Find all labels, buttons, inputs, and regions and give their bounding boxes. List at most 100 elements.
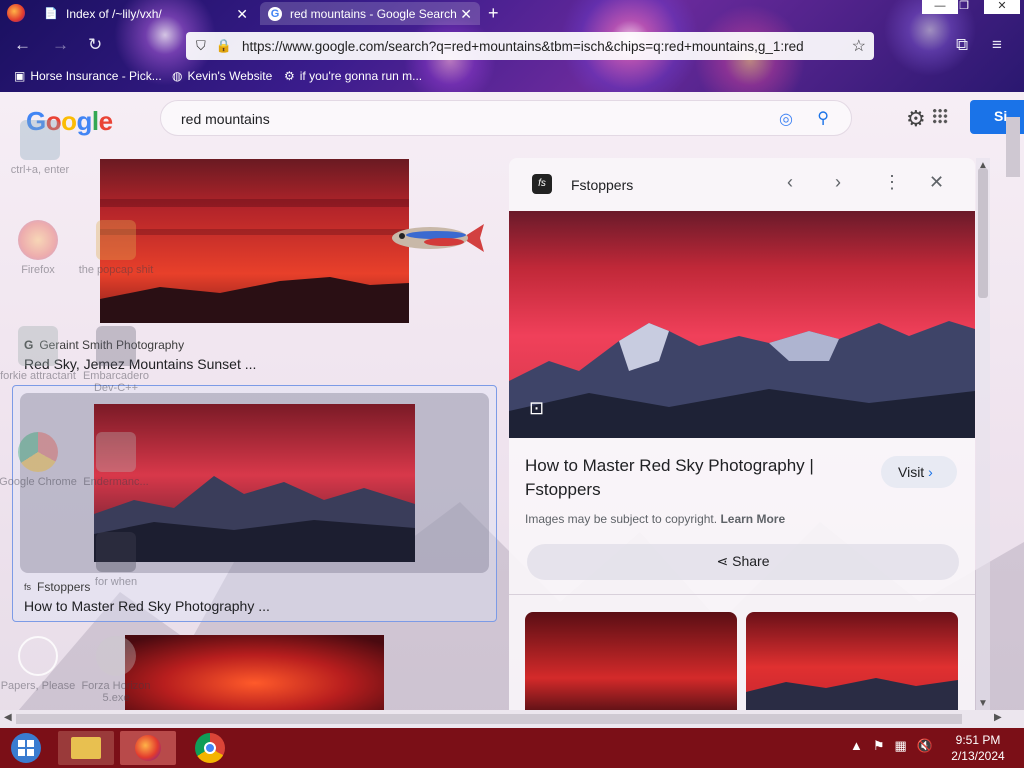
desktop-icon-popcap: the popcap shit xyxy=(76,220,156,276)
lock-icon[interactable]: 🔒 xyxy=(216,38,232,54)
bookmark-kevins-website[interactable]: ◍ Kevin's Website xyxy=(172,69,272,83)
tab-label: Index of /~lily/vxh/ xyxy=(66,6,162,21)
tab-google-search[interactable]: G red mountains - Google Search ✕ xyxy=(260,2,480,25)
image-preview-panel: fs Fstoppers ‹ › ⋮ ✕ ⊡ How to Master Red… xyxy=(509,158,975,718)
learn-more-link[interactable]: Learn More xyxy=(720,512,785,526)
bookmark-label: Horse Insurance - Pick... xyxy=(30,69,162,83)
panel-scroll-thumb[interactable] xyxy=(978,168,988,298)
show-hidden-icons-icon[interactable]: ▲ xyxy=(850,738,863,754)
back-arrow-icon[interactable]: ← xyxy=(14,35,31,55)
desktop-icon-papers-please: Papers, Please xyxy=(0,636,78,692)
horizontal-scrollbar[interactable]: ◀ ▶ xyxy=(0,710,1024,728)
related-image-1[interactable] xyxy=(525,612,737,718)
desktop-icon-label: for when xyxy=(94,576,138,588)
gear-icon[interactable]: ⚙ xyxy=(906,106,926,132)
preview-title[interactable]: How to Master Red Sky Photography | Fsto… xyxy=(525,454,855,502)
desktop-icon-for-when: for when xyxy=(76,532,156,588)
maximize-button[interactable]: ❐ xyxy=(946,0,982,14)
chevron-right-icon: › xyxy=(928,464,933,480)
tab-label: red mountains - Google Search xyxy=(290,6,457,21)
address-bar[interactable]: ⛉ 🔒 https://www.google.com/search?q=red+… xyxy=(186,32,874,60)
desktop-icon-forza: Forza Horizon 5.exe xyxy=(76,636,156,704)
page-scrollbar[interactable] xyxy=(1006,117,1020,177)
start-button-icon[interactable] xyxy=(8,732,44,764)
document-icon: 📄 xyxy=(44,8,58,20)
desktop-icon-devcpp: Embarcadero Dev-C++ xyxy=(76,326,156,394)
scroll-left-arrow-icon[interactable]: ◀ xyxy=(4,712,12,723)
related-image-2[interactable] xyxy=(746,612,958,718)
close-tab-icon[interactable]: ✕ xyxy=(460,6,472,23)
desktop-icon-label: Google Chrome xyxy=(0,476,77,488)
menu-icon[interactable]: ≡ xyxy=(992,35,1002,55)
system-tray: ▲ ⚑ ▦ 🔇 xyxy=(850,738,933,754)
volume-muted-icon[interactable]: 🔇 xyxy=(917,738,933,754)
bookmarks-bar: ▣ Horse Insurance - Pick... ◍ Kevin's We… xyxy=(0,65,1024,89)
clock[interactable]: 9:51 PM 2/13/2024 xyxy=(940,732,1016,764)
scroll-down-arrow-icon[interactable]: ▼ xyxy=(978,698,988,709)
horizontal-scroll-thumb[interactable] xyxy=(16,714,962,724)
apps-grid-icon[interactable] xyxy=(932,108,948,124)
chrome-icon xyxy=(195,733,225,763)
extensions-icon[interactable]: ⧉ xyxy=(956,35,968,55)
browser-chrome: 📄 Index of /~lily/vxh/ ✕ G red mountains… xyxy=(0,0,1024,92)
scroll-up-arrow-icon[interactable]: ▲ xyxy=(978,160,988,171)
navigation-bar: ← → ↻ ⛉ 🔒 https://www.google.com/search?… xyxy=(0,29,1024,63)
visit-label: Visit xyxy=(898,464,925,480)
folder-icon xyxy=(96,220,136,260)
bookmark-gonna-run[interactable]: ⚙ if you're gonna run m... xyxy=(284,69,422,83)
google-icon: G xyxy=(268,6,282,21)
desktop-icon-label: Forza Horizon 5.exe xyxy=(81,680,151,704)
flag-icon[interactable]: ⚑ xyxy=(873,738,885,754)
taskbar-file-explorer[interactable] xyxy=(58,731,114,765)
result-thumbnail-sunset[interactable] xyxy=(125,635,384,715)
site-name[interactable]: Fstoppers xyxy=(571,177,633,193)
preview-image[interactable] xyxy=(509,211,975,438)
taskbar-chrome[interactable] xyxy=(182,731,238,765)
tab-bar: 📄 Index of /~lily/vxh/ ✕ G red mountains… xyxy=(0,0,1024,27)
firefox-icon xyxy=(18,220,58,260)
desktop-icon-label: forkie attractant xyxy=(0,370,76,382)
bookmark-star-icon[interactable]: ☆ xyxy=(852,36,866,56)
forza-icon xyxy=(96,636,136,676)
close-tab-icon[interactable]: ✕ xyxy=(236,6,248,23)
devcpp-icon xyxy=(96,532,136,572)
desktop-icon-label: ctrl+a, enter xyxy=(10,164,70,176)
search-icon[interactable]: ⚲ xyxy=(817,108,829,128)
file-icon xyxy=(20,120,60,160)
firefox-icon[interactable] xyxy=(7,4,25,22)
clock-date: 2/13/2024 xyxy=(951,749,1005,763)
desktop-icon-label: Papers, Please xyxy=(0,680,76,692)
desktop-icon-endermanc: Endermanc... xyxy=(76,432,156,488)
source-favicon: fs xyxy=(24,582,32,592)
search-input[interactable]: red mountains xyxy=(181,111,270,127)
reload-icon[interactable]: ↻ xyxy=(88,35,102,55)
close-window-button[interactable]: ✕ xyxy=(984,0,1020,14)
firefox-icon xyxy=(135,735,161,761)
lens-search-icon[interactable]: ⊡ xyxy=(529,398,553,422)
page-icon: ▣ xyxy=(14,69,26,83)
more-options-icon[interactable]: ⋮ xyxy=(883,172,901,193)
scroll-right-arrow-icon[interactable]: ▶ xyxy=(994,712,1002,723)
tab-index-of-lily[interactable]: 📄 Index of /~lily/vxh/ ✕ xyxy=(36,2,256,25)
circle-icon xyxy=(18,636,58,676)
new-tab-button[interactable]: + xyxy=(488,3,499,24)
visit-button[interactable]: Visit › xyxy=(881,456,957,488)
shield-icon[interactable]: ⛉ xyxy=(196,38,206,54)
result-title[interactable]: How to Master Red Sky Photography ... xyxy=(24,598,270,614)
copyright-notice: Images may be subject to copyright. Lear… xyxy=(525,512,785,526)
share-label: Share xyxy=(732,553,770,569)
next-arrow-icon[interactable]: › xyxy=(835,172,841,193)
forward-arrow-icon[interactable]: → xyxy=(52,35,69,55)
bookmark-label: Kevin's Website xyxy=(187,69,273,83)
url-text[interactable]: https://www.google.com/search?q=red+moun… xyxy=(242,39,832,54)
google-lens-icon[interactable]: ◎ xyxy=(779,109,793,129)
panel-scrollbar[interactable] xyxy=(976,158,990,718)
search-box[interactable]: red mountains ◎ ⚲ xyxy=(160,100,852,136)
close-icon[interactable]: ✕ xyxy=(929,172,944,193)
bookmark-horse-insurance[interactable]: ▣ Horse Insurance - Pick... xyxy=(14,69,162,83)
globe-icon: ◍ xyxy=(172,69,183,83)
previous-arrow-icon[interactable]: ‹ xyxy=(787,172,793,193)
share-button[interactable]: ⋖ Share xyxy=(527,544,959,580)
taskbar-firefox[interactable] xyxy=(120,731,176,765)
network-icon[interactable]: ▦ xyxy=(895,738,907,754)
